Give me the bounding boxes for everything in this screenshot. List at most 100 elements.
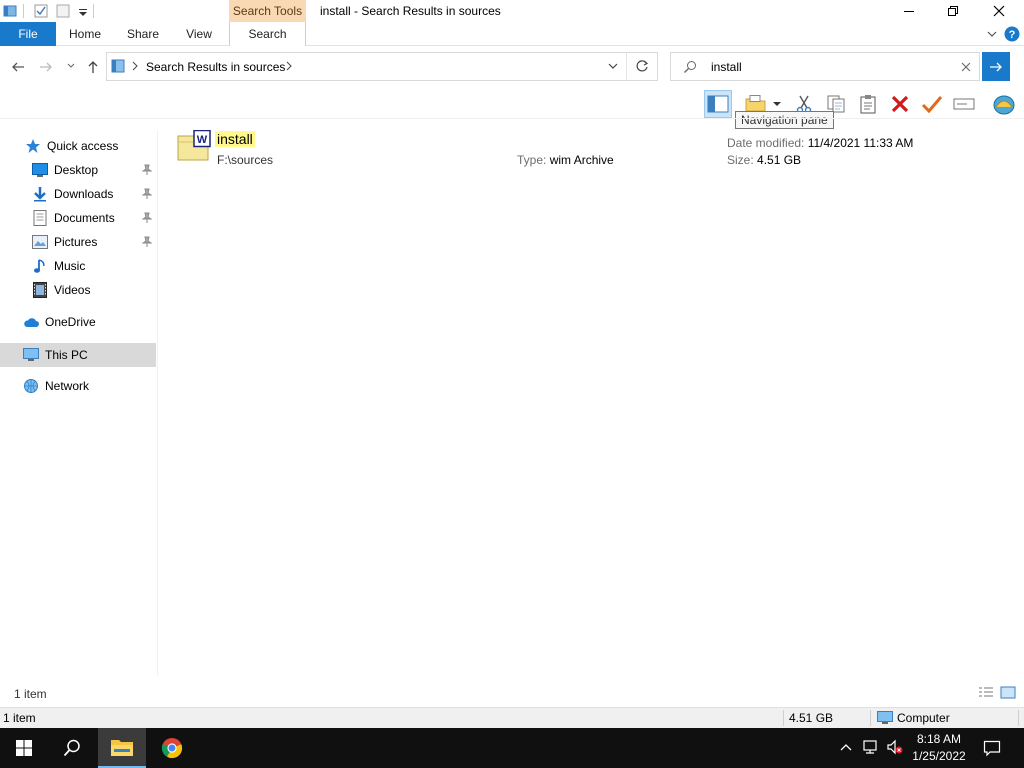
pin-icon[interactable] <box>142 212 152 224</box>
nav-item-videos[interactable]: Videos <box>0 278 156 302</box>
close-icon <box>961 62 971 72</box>
properties-icon[interactable] <box>33 3 49 19</box>
rename-icon <box>953 98 975 110</box>
up-button[interactable] <box>85 59 101 75</box>
nav-item-downloads[interactable]: Downloads <box>0 182 156 206</box>
windows-logo-icon <box>16 740 32 756</box>
nav-item-music[interactable]: Music <box>0 254 156 278</box>
new-folder-icon[interactable] <box>55 3 71 19</box>
expand-ribbon-button[interactable] <box>986 28 998 40</box>
recent-locations-button[interactable] <box>66 61 76 71</box>
list-item[interactable]: W install F:\sources Type: wim Archive D… <box>175 128 935 168</box>
pin-icon[interactable] <box>142 164 152 176</box>
minimize-button[interactable] <box>886 0 932 22</box>
back-button[interactable] <box>10 59 26 75</box>
tab-view[interactable]: View <box>176 22 222 46</box>
result-date-label: Date modified: <box>727 136 805 150</box>
clear-search-button[interactable] <box>960 61 972 73</box>
result-size-value: 4.51 GB <box>757 153 802 167</box>
pin-icon[interactable] <box>142 236 152 248</box>
tab-search[interactable]: Search <box>229 22 306 46</box>
status-location: Computer <box>897 711 950 725</box>
nav-this-pc-label: This PC <box>45 348 88 362</box>
archive-file-icon: W <box>177 130 211 162</box>
computer-icon <box>23 347 39 363</box>
breadcrumb[interactable]: Search Results in sources <box>146 60 285 74</box>
taskbar-search-button[interactable] <box>48 728 96 768</box>
taskbar-clock[interactable]: 8:18 AM 1/25/2022 <box>906 731 972 765</box>
volume-muted-icon[interactable] <box>886 739 904 755</box>
address-bar[interactable]: Search Results in sources <box>106 52 658 81</box>
chevron-down-icon <box>987 31 997 37</box>
address-dropdown-button[interactable] <box>607 62 619 72</box>
nav-onedrive-label: OneDrive <box>45 315 96 329</box>
result-name[interactable]: install <box>215 131 255 147</box>
select-all-button[interactable] <box>918 90 946 118</box>
delete-button[interactable] <box>886 90 914 118</box>
tab-file[interactable]: File <box>0 22 56 46</box>
clock-date: 1/25/2022 <box>912 749 966 763</box>
result-date-value: 11/4/2021 11:33 AM <box>807 136 914 150</box>
taskbar-file-explorer[interactable] <box>98 728 146 768</box>
explorer-app-icon[interactable] <box>2 3 18 19</box>
result-size-label: Size: <box>727 153 754 167</box>
chrome-icon <box>161 738 183 759</box>
nav-onedrive[interactable]: OneDrive <box>0 310 156 334</box>
toolbar-divider <box>0 118 1024 119</box>
back-arrow-icon <box>12 62 24 72</box>
folder-icon <box>111 740 133 756</box>
status-item-count: 1 item <box>3 711 36 725</box>
search-go-button[interactable] <box>982 52 1010 81</box>
taskbar-chrome[interactable] <box>148 728 196 768</box>
pin-icon[interactable] <box>142 188 152 200</box>
address-row: Search Results in sources install <box>0 50 1024 84</box>
status-computer-icon <box>877 711 893 725</box>
details-view-button[interactable] <box>978 686 994 700</box>
chevron-up-icon <box>840 744 852 751</box>
navigation-pane-icon <box>707 95 729 113</box>
shell-button[interactable] <box>990 90 1018 118</box>
rename-button[interactable] <box>950 90 978 118</box>
nav-quick-access[interactable]: Quick access <box>0 134 156 158</box>
forward-button[interactable] <box>38 59 54 75</box>
large-icons-view-button[interactable] <box>1000 686 1016 700</box>
qat-divider-2 <box>93 4 94 18</box>
navigation-pane-button[interactable] <box>704 90 732 118</box>
videos-icon <box>32 282 48 298</box>
start-button[interactable] <box>0 728 48 768</box>
tab-share[interactable]: Share <box>118 22 168 46</box>
nav-item-documents[interactable]: Documents <box>0 206 156 230</box>
action-center-button[interactable] <box>983 739 1001 757</box>
refresh-button[interactable] <box>635 59 649 73</box>
restore-icon <box>948 6 958 16</box>
tab-home[interactable]: Home <box>60 22 110 46</box>
show-hidden-icons-button[interactable] <box>839 741 853 753</box>
qat-customize-icon[interactable] <box>75 3 91 19</box>
restore-button[interactable] <box>930 0 976 22</box>
svg-text:W: W <box>197 134 208 146</box>
search-box[interactable]: install <box>670 52 980 81</box>
ribbon-tabs: File Home Share View Search ? <box>0 22 1024 46</box>
result-type-label: Type: <box>517 153 547 167</box>
search-input[interactable]: install <box>711 60 742 74</box>
nav-item-label: Videos <box>54 283 91 297</box>
nav-item-desktop[interactable]: Desktop <box>0 158 156 182</box>
status-size: 4.51 GB <box>789 711 834 725</box>
paste-button[interactable] <box>854 90 882 118</box>
search-results-location-icon <box>110 58 126 74</box>
nav-item-label: Music <box>54 259 86 273</box>
clock-time: 8:18 AM <box>916 732 962 746</box>
status-bar: 1 item 4.51 GB Computer <box>0 707 1024 728</box>
network-status-icon[interactable] <box>862 739 880 755</box>
nav-network[interactable]: Network <box>0 374 156 398</box>
nav-quick-access-label: Quick access <box>47 139 119 153</box>
breadcrumb-chevron-icon[interactable] <box>285 61 293 71</box>
help-button[interactable]: ? <box>1004 26 1020 42</box>
nav-item-pictures[interactable]: Pictures <box>0 230 156 254</box>
nav-this-pc[interactable]: This PC <box>0 343 156 367</box>
status-divider <box>1018 710 1019 726</box>
status-divider <box>783 710 784 726</box>
close-button[interactable] <box>976 0 1022 22</box>
desktop-icon <box>32 162 48 178</box>
status-divider <box>870 710 871 726</box>
